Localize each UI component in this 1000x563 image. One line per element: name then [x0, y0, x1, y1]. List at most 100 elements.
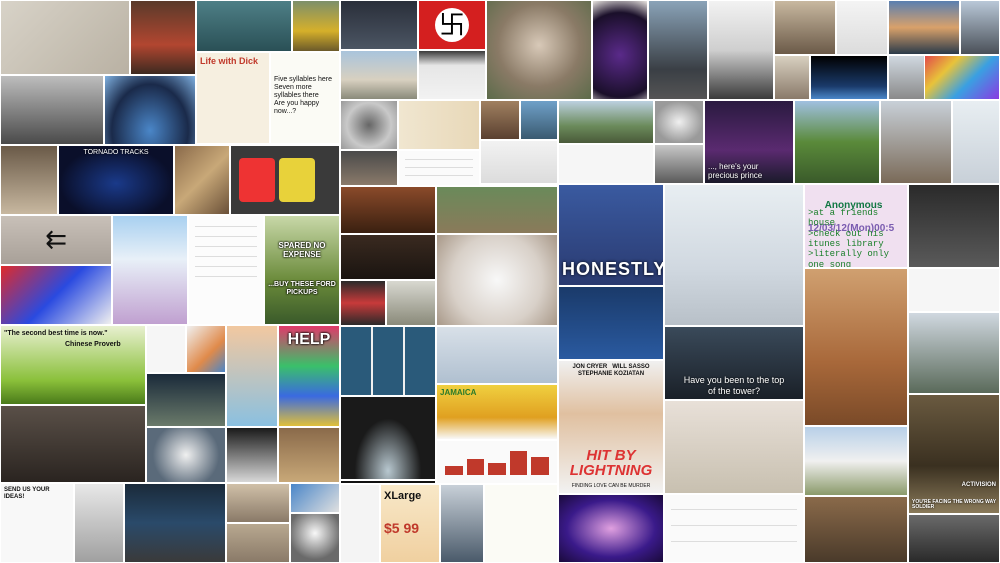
thumb-earth-orbit[interactable] [810, 55, 888, 100]
thumb-red-sign[interactable] [340, 280, 386, 326]
thumb-boy-in-suit[interactable] [664, 184, 804, 326]
thumb-syllables-note[interactable]: Five syllables here Seven more syllables… [270, 52, 340, 144]
thumb-plane[interactable] [436, 326, 558, 384]
thumb-spire[interactable] [960, 0, 1000, 55]
thumb-guy-sitting[interactable] [340, 150, 398, 186]
thumb-shopping-page[interactable] [480, 140, 558, 184]
thumb-old-man-chair[interactable] [340, 234, 436, 280]
thumb-cartoon-grid[interactable] [340, 326, 436, 396]
thumb-workshop[interactable] [804, 496, 908, 563]
thumb-lake-sunset[interactable] [888, 0, 960, 55]
thumb-frozen-characters[interactable] [112, 215, 188, 325]
thumb-arrow-sign[interactable]: ⇇ [0, 215, 112, 265]
second-best-time-quote: "The second best time is now." [4, 330, 108, 337]
thumb-small-photo-a[interactable] [480, 100, 520, 140]
ford-pickup-caption: ...BUY THESE FORD PICKUPS [268, 281, 338, 297]
thumb-family-photo[interactable] [774, 0, 836, 55]
thumb-us-map-chart[interactable] [186, 325, 226, 373]
thumb-palm-tree[interactable] [908, 312, 1000, 394]
thumb-autographed-photo[interactable] [708, 0, 774, 100]
thumb-car-dashboard[interactable] [124, 483, 226, 563]
thumb-webpage-white[interactable] [558, 144, 654, 184]
thumb-jurassic-truck[interactable]: SPARED NO EXPENSE ...BUY THESE FORD PICK… [264, 215, 340, 325]
thumb-dome-structure[interactable] [908, 514, 1000, 563]
thumb-dark-scene[interactable] [340, 396, 436, 480]
thumb-model-diorama[interactable] [880, 100, 952, 184]
thumb-earth-fisheye[interactable] [104, 75, 196, 145]
thumb-honestly-meme[interactable]: HONESTLY [558, 184, 664, 286]
thumb-tower-scene[interactable]: Have you been to the top of the tower? [664, 326, 804, 400]
thumb-beam-light[interactable] [226, 427, 278, 483]
thumb-room-interior[interactable] [278, 427, 340, 483]
thumb-us-map-blue[interactable] [290, 483, 340, 513]
thumb-purple-apple[interactable] [592, 0, 648, 100]
thumb-article-text[interactable] [188, 215, 264, 325]
thumb-send-ideas[interactable]: SEND US YOUR IDEAS! [0, 483, 74, 563]
thumb-leaves[interactable] [174, 145, 230, 215]
thumb-fossil-trilobite[interactable] [0, 0, 130, 75]
thumb-kitchen[interactable] [226, 483, 290, 523]
thumb-greentext-post[interactable]: Anonymous 12/03/12(Mon)00:5 >at a friend… [804, 184, 908, 268]
thumb-small-photo-b[interactable] [520, 100, 558, 140]
thumb-price-signs[interactable]: XLarge $5 99 [380, 484, 440, 563]
thumb-help-letters[interactable]: HELP [278, 325, 340, 427]
thumb-error-dialog[interactable] [558, 286, 664, 360]
thumb-saw-blade[interactable] [340, 100, 398, 150]
thumb-canyon-aerial[interactable] [436, 186, 558, 234]
thumb-map-pinned[interactable] [74, 483, 124, 563]
thumb-green-lawn[interactable] [794, 100, 880, 184]
thumb-bulb[interactable] [146, 325, 186, 373]
thumb-123-cards[interactable] [230, 145, 340, 215]
thumb-product-listing[interactable] [664, 494, 804, 563]
thumb-mountains[interactable] [558, 100, 654, 144]
hit-by-lightning-title: HIT BY LIGHTNING [569, 447, 653, 479]
thumb-bar-chart[interactable] [436, 440, 558, 484]
thumb-family-guy[interactable] [226, 325, 278, 427]
thumb-jamaica-sign[interactable]: JAMAICA [436, 384, 558, 440]
thumb-comic-strip[interactable] [398, 100, 480, 150]
thumb-map-room[interactable] [774, 55, 810, 100]
thumb-soldier-game[interactable]: ACTIVISION YOU'RE FACING THE WRONG WAY S… [908, 394, 1000, 514]
thumb-dog-night[interactable] [146, 373, 226, 427]
thumb-crowd-bw[interactable] [0, 75, 104, 145]
thumb-biker[interactable] [386, 280, 436, 326]
thumb-man-office[interactable] [440, 484, 484, 563]
thumb-red-bottle[interactable] [130, 0, 196, 75]
thumb-people-bw[interactable] [654, 144, 704, 184]
thumb-news-pundit[interactable] [908, 184, 1000, 268]
thumb-tornado-tracks-map[interactable]: TORNADO TRACKS [58, 145, 174, 215]
thumb-car-rear[interactable] [648, 0, 708, 100]
thumb-tunnel-escalator[interactable] [558, 494, 664, 563]
thumb-kelly-thomas-sign[interactable] [418, 50, 486, 100]
thumb-maleficent[interactable]: ..., here's your precious prince [704, 100, 794, 184]
thumb-us-map-sketch[interactable] [836, 0, 888, 55]
thumb-white-dog[interactable] [436, 234, 558, 326]
thumb-building-exterior[interactable] [340, 50, 418, 100]
thumb-handwritten-note[interactable] [484, 484, 558, 563]
thumb-underwater[interactable] [196, 0, 292, 52]
thumb-sugar-glider[interactable] [486, 0, 592, 100]
thumb-coins[interactable] [226, 523, 290, 563]
tower-subtitle: Have you been to the top of the tower? [683, 375, 785, 396]
thumb-moth-on-wall[interactable] [664, 400, 804, 494]
thumb-rock-egg[interactable] [0, 405, 146, 483]
thumb-forum-post[interactable] [908, 268, 1000, 312]
thumb-hit-by-lightning-poster[interactable]: JON CRYER WILL SASSO STEPHANIE KOZIATAN … [558, 360, 664, 494]
thumb-cat-on-couch[interactable] [340, 186, 436, 234]
thumb-smoke-cloud[interactable] [146, 427, 226, 483]
thumb-colorful-pattern[interactable] [924, 55, 1000, 100]
thumb-egg[interactable] [654, 100, 704, 144]
thumb-document-list[interactable] [398, 150, 480, 186]
thumb-comic-life-with-dick[interactable]: Life with Dick [196, 52, 270, 144]
thumb-spreadsheet[interactable] [340, 484, 380, 563]
thumb-website-screenshot[interactable] [340, 0, 418, 50]
thumb-soccer-fans[interactable] [0, 265, 112, 325]
thumb-light-halo[interactable] [290, 513, 340, 563]
thumb-snow-walk[interactable] [952, 100, 1000, 184]
thumb-shelves[interactable] [0, 145, 58, 215]
thumb-mars-surface[interactable] [804, 268, 908, 426]
thumb-man-yellow-shirt[interactable] [292, 0, 340, 52]
thumb-white-van[interactable] [804, 426, 908, 496]
thumb-seedling[interactable]: "The second best time is now." Chinese P… [0, 325, 146, 405]
thumb-nazi-flag[interactable]: 卐 [418, 0, 486, 50]
